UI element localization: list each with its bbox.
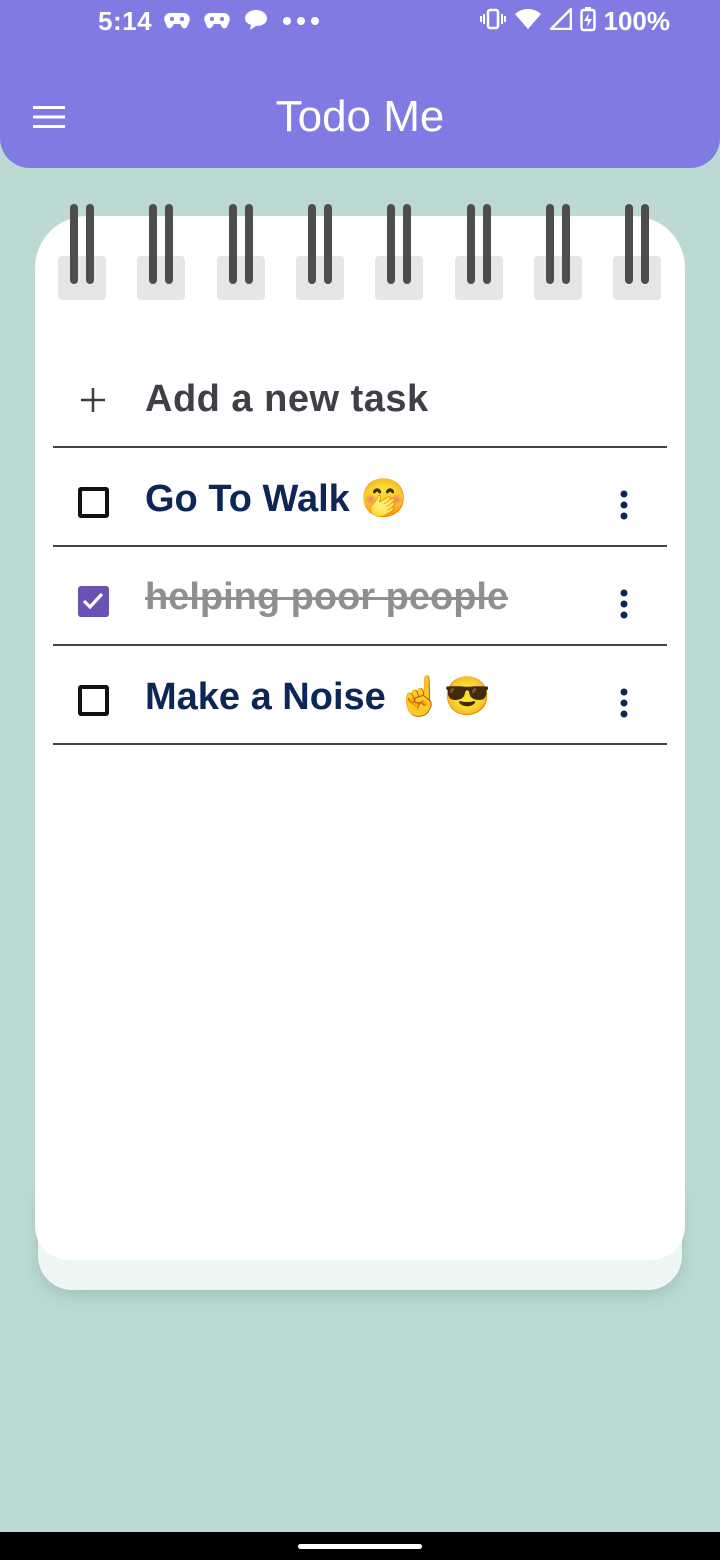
task-row: helping poor people <box>53 548 667 646</box>
spiral-ring <box>455 200 503 300</box>
svg-text:x: x <box>535 10 539 19</box>
vibrate-icon <box>479 8 506 35</box>
task-title[interactable]: helping poor people <box>145 576 508 619</box>
spiral-ring <box>137 200 185 300</box>
checkbox-unchecked-icon <box>77 486 109 518</box>
battery-charging-icon <box>579 6 596 37</box>
checkbox-checked-icon <box>77 585 109 617</box>
task-title[interactable]: Make a Noise ☝️😎 <box>145 675 491 719</box>
more-vert-icon <box>620 589 628 619</box>
task-more-button[interactable] <box>609 683 639 723</box>
checkbox-unchecked-icon <box>77 684 109 716</box>
wifi-icon: x <box>514 8 542 35</box>
battery-percentage: 100% <box>603 5 671 36</box>
more-vert-icon <box>620 490 628 520</box>
gamepad-icon <box>204 10 230 35</box>
system-navigation-bar <box>0 1532 720 1560</box>
task-row: Go To Walk 🤭 <box>53 449 667 547</box>
spiral-ring <box>58 200 106 300</box>
task-checkbox[interactable] <box>75 582 111 618</box>
spiral-ring <box>613 200 661 300</box>
plus-icon <box>75 382 111 418</box>
chat-bubble-icon <box>244 9 268 36</box>
notebook-spiral-rings <box>58 200 668 302</box>
more-vert-icon <box>620 688 628 718</box>
task-row: Make a Noise ☝️😎 <box>53 647 667 745</box>
more-dots-icon <box>282 13 320 31</box>
spiral-ring <box>296 200 344 300</box>
spiral-ring <box>217 200 265 300</box>
task-title[interactable]: Go To Walk 🤭 <box>145 477 408 521</box>
app-title: Todo Me <box>275 92 445 141</box>
add-task-row[interactable]: Add a new task <box>53 350 667 448</box>
home-indicator[interactable] <box>298 1544 422 1549</box>
gamepad-icon <box>164 10 190 35</box>
spiral-ring <box>375 200 423 300</box>
system-status: x 100% <box>479 5 671 37</box>
app-bar: 5:14 x 100% Todo Me <box>0 0 720 168</box>
notification-icons <box>164 8 320 36</box>
add-task-label: Add a new task <box>145 378 429 420</box>
task-checkbox[interactable] <box>75 483 111 519</box>
task-checkbox[interactable] <box>75 681 111 717</box>
task-more-button[interactable] <box>609 485 639 525</box>
status-bar: 5:14 x 100% <box>0 0 720 44</box>
spiral-ring <box>534 200 582 300</box>
task-more-button[interactable] <box>609 584 639 624</box>
status-time: 5:14 <box>98 6 153 36</box>
signal-icon <box>547 5 572 35</box>
